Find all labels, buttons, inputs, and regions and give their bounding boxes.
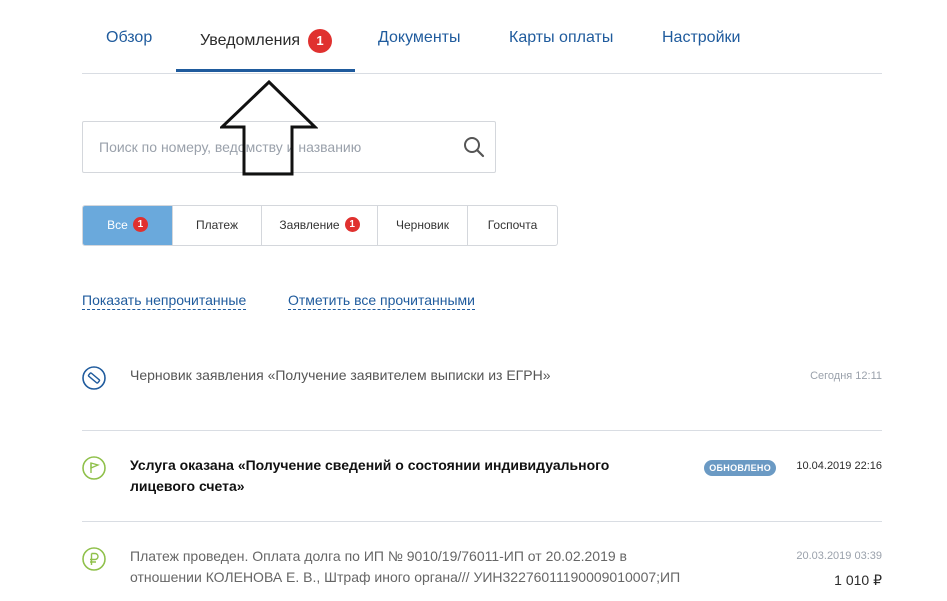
- divider: [82, 521, 882, 522]
- filter-all-label: Все: [107, 218, 128, 232]
- filter-gospochta[interactable]: Госпочта: [468, 206, 557, 245]
- tab-overview[interactable]: Обзор: [106, 29, 152, 47]
- mark-all-read-link[interactable]: Отметить все прочитанными: [288, 292, 476, 310]
- active-tab-indicator: [176, 69, 355, 72]
- notification-text: Черновик заявления «Получение заявителем…: [130, 367, 551, 383]
- notification-date: Сегодня 12:11: [810, 370, 882, 382]
- filter-application-badge: 1: [344, 217, 360, 233]
- notification-date: 20.03.2019 03:39: [796, 550, 882, 562]
- notification-date: 10.04.2019 22:16: [796, 460, 882, 472]
- notification-text: Платеж проведен. Оплата долга по ИП № 90…: [130, 548, 681, 585]
- notification-text: Услуга оказана «Получение сведений о сос…: [130, 457, 610, 494]
- draft-icon: [82, 366, 106, 390]
- tab-bar: Обзор Уведомления 1 Документы Карты оплат…: [82, 0, 882, 74]
- filter-all-badge: 1: [132, 217, 148, 233]
- tab-documents[interactable]: Документы: [378, 29, 460, 47]
- tab-notifications-label: Уведомления: [200, 32, 301, 50]
- filter-draft[interactable]: Черновик: [378, 206, 468, 245]
- flag-icon: [82, 456, 106, 480]
- ruble-icon: [82, 547, 106, 571]
- tab-notifications[interactable]: Уведомления 1: [200, 29, 333, 53]
- filter-application[interactable]: Заявление 1: [262, 206, 378, 245]
- payment-amount: 1 010 ₽: [834, 572, 882, 588]
- show-unread-link[interactable]: Показать непрочитанные: [82, 292, 247, 310]
- divider: [82, 430, 882, 431]
- tab-payment-cards[interactable]: Карты оплаты: [509, 29, 613, 47]
- filter-payment[interactable]: Платеж: [173, 206, 262, 245]
- tab-settings[interactable]: Настройки: [662, 29, 740, 47]
- up-arrow-annotation-icon: [220, 80, 318, 176]
- category-filter: Все 1 Платеж Заявление 1 Черновик Госпочта: [82, 205, 558, 246]
- search-icon[interactable]: [463, 136, 485, 158]
- status-badge: ОБНОВЛЕНО: [704, 460, 776, 476]
- filter-all[interactable]: Все 1: [83, 206, 173, 245]
- filter-application-label: Заявление: [279, 218, 340, 232]
- notifications-count-badge: 1: [308, 29, 333, 53]
